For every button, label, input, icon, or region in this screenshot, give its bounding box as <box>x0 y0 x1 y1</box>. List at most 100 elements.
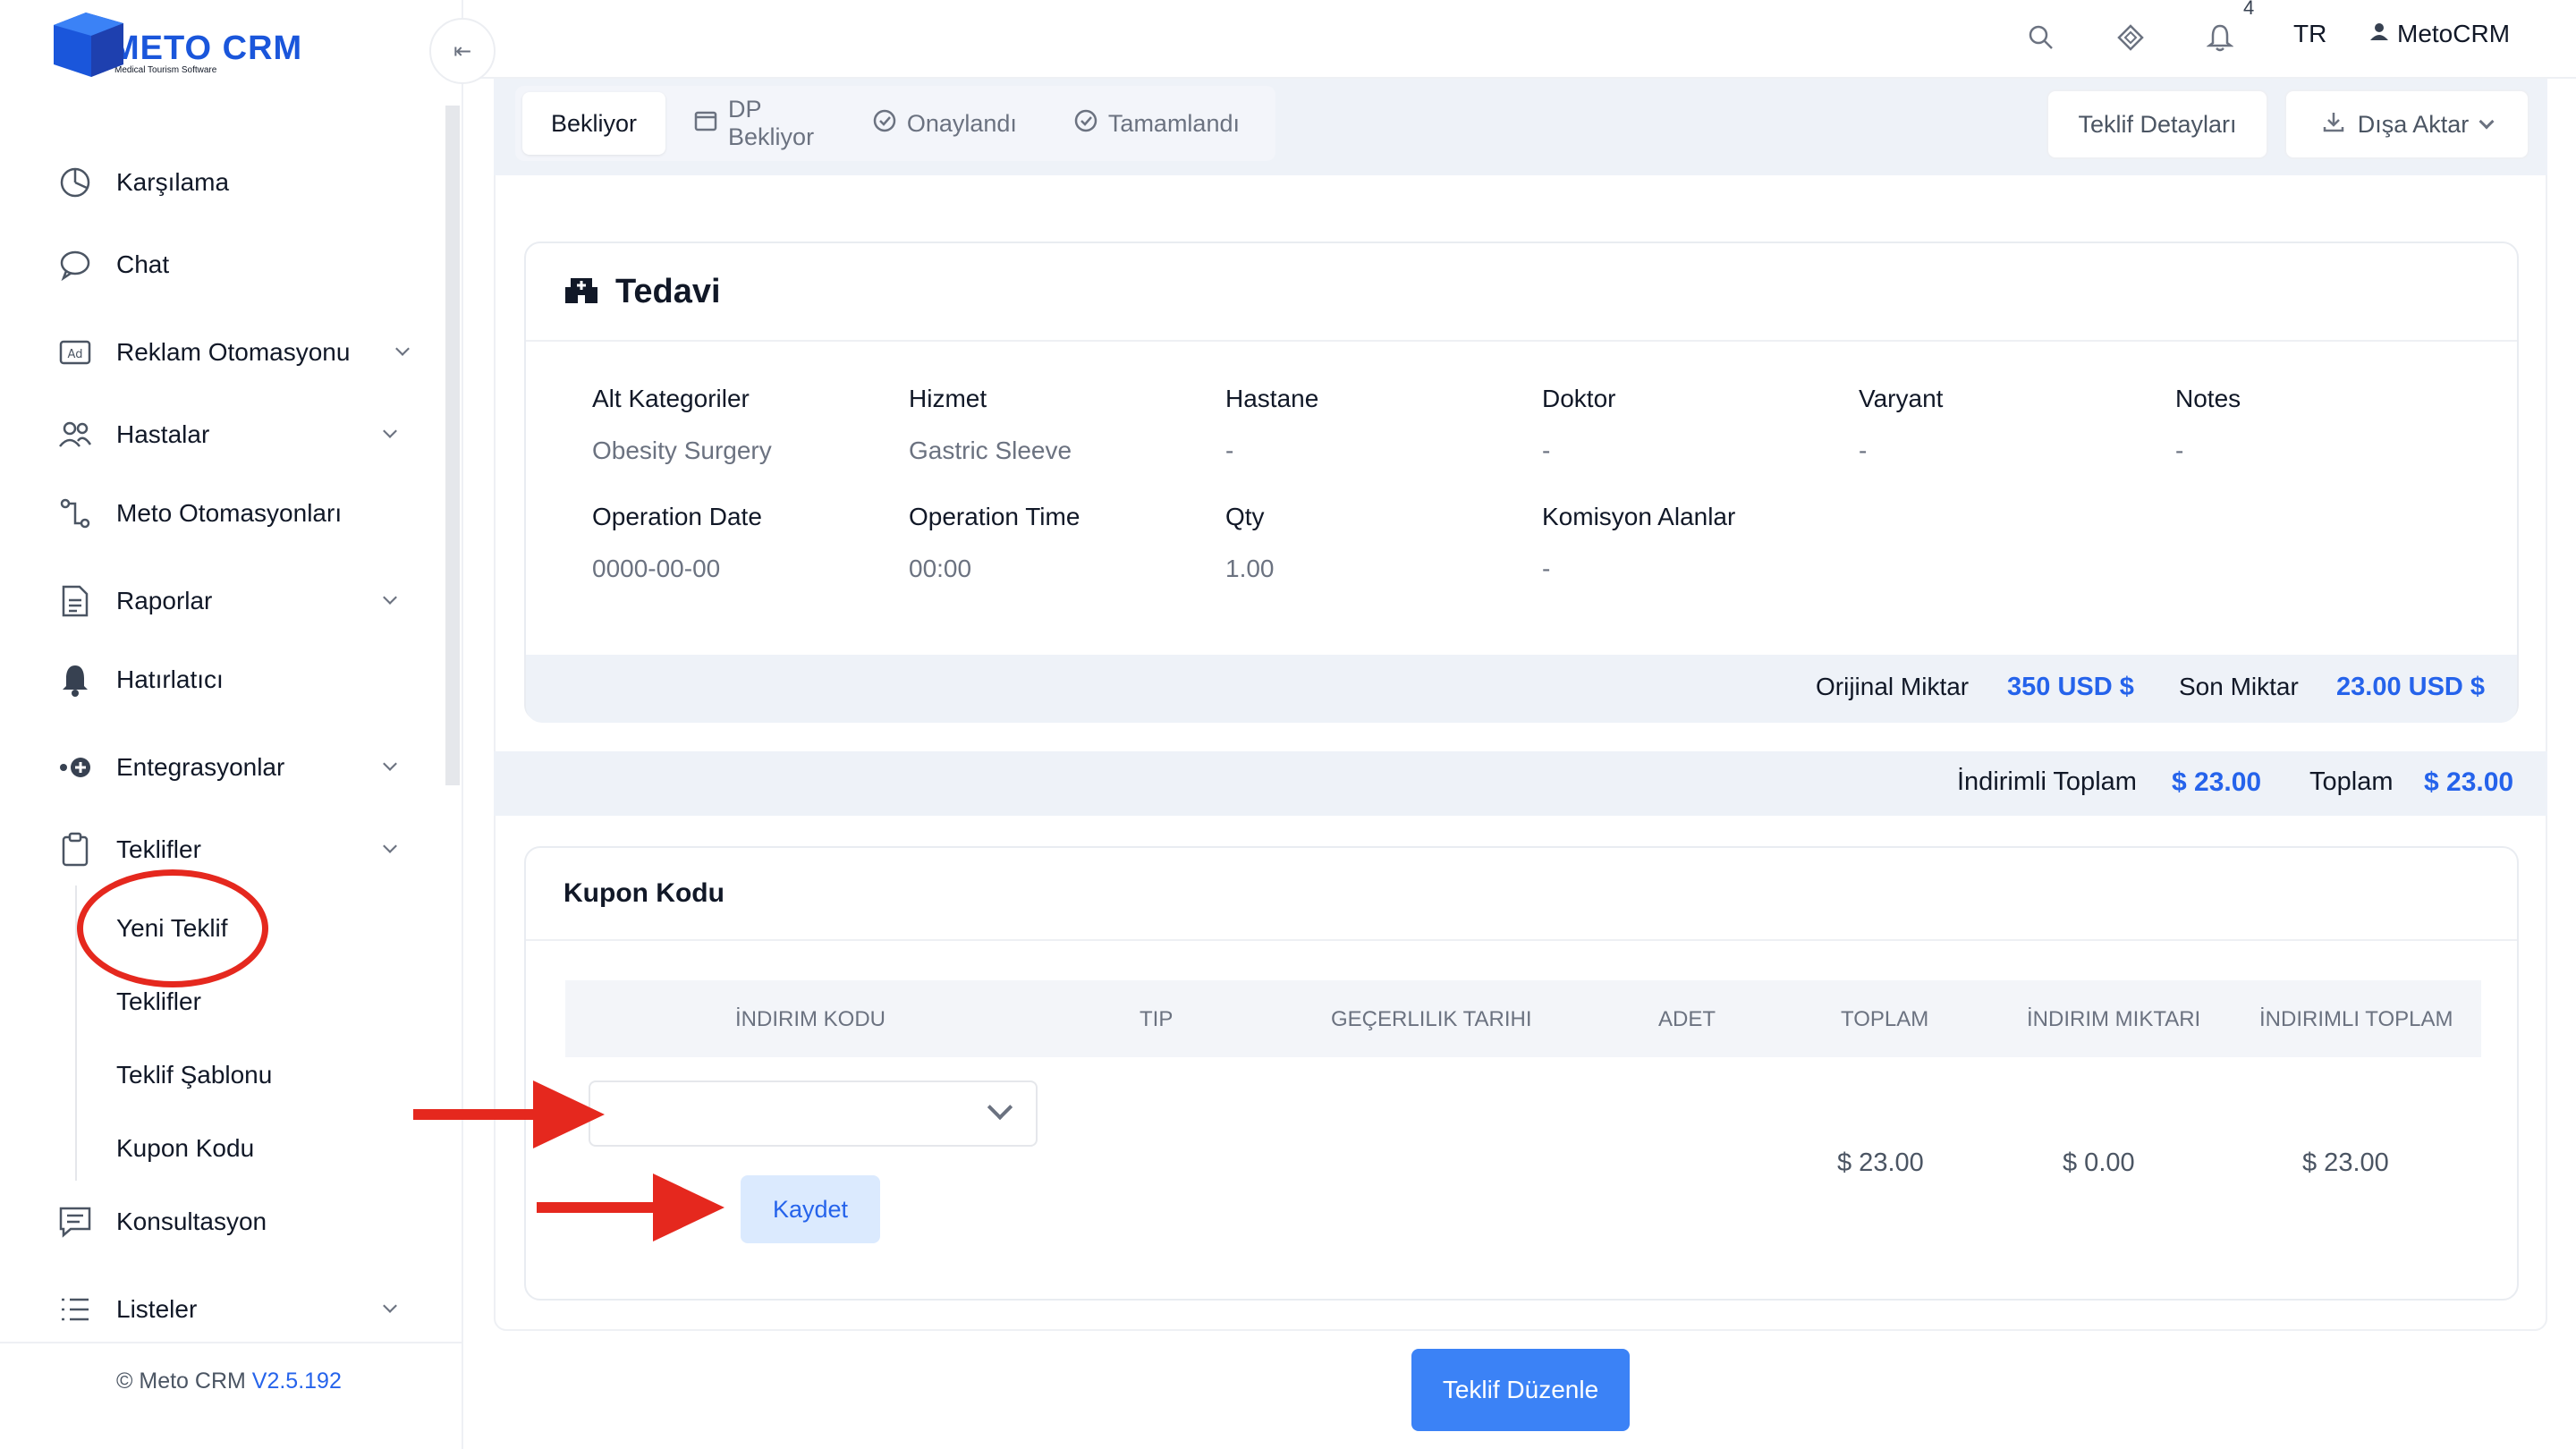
teklif-detaylari-button[interactable]: Teklif Detayları <box>2046 89 2268 159</box>
chevron-down-icon <box>383 424 397 438</box>
column-header: İNDIRIMLI TOPLAM <box>2259 1007 2453 1031</box>
message-icon <box>57 1204 93 1240</box>
sidebar-item-listeler[interactable]: Listeler <box>57 1283 397 1336</box>
column-header: ADET <box>1658 1007 1716 1031</box>
ad-icon: Ad <box>57 335 93 370</box>
sidebar-item-hastalar[interactable]: Hastalar <box>57 408 397 462</box>
sidebar-item-label: Entegrasyonlar <box>116 753 285 781</box>
sidebar-item-label: Hatırlatıcı <box>116 665 224 693</box>
chevron-down-icon <box>383 590 397 605</box>
field-label: Doktor <box>1542 385 1616 412</box>
status-tabs: Bekliyor DP Bekliyor Onaylandı Tamamland… <box>515 86 1275 161</box>
chevron-down-icon <box>383 839 397 853</box>
kupon-card-header: Kupon Kodu <box>526 848 2517 941</box>
chevron-down-icon <box>395 342 410 356</box>
topbar: 4 TR MetoCRM <box>463 0 2576 79</box>
list-icon <box>57 1292 93 1327</box>
logo-title: METO CRM <box>111 30 303 67</box>
field-value: - <box>1859 436 1868 464</box>
sidebar-scrollbar[interactable] <box>445 106 460 785</box>
tab-dp-bekliyor[interactable]: DP Bekliyor <box>665 92 844 155</box>
field-label: Operation Date <box>592 503 762 530</box>
tab-tamamlandi[interactable]: Tamamlandı <box>1046 92 1268 155</box>
sidebar-item-raporlar[interactable]: Raporlar <box>57 574 397 628</box>
tab-onaylandi[interactable]: Onaylandı <box>844 92 1046 155</box>
users-icon <box>57 417 93 453</box>
field-label: Komisyon Alanlar <box>1542 503 1736 530</box>
sidebar-item-hatirlatici[interactable]: Hatırlatıcı <box>57 653 397 707</box>
original-amount-label: Orijinal Miktar <box>1816 673 1970 700</box>
tab-bekliyor[interactable]: Bekliyor <box>522 92 666 155</box>
apps-diamond-icon[interactable] <box>2113 20 2148 55</box>
copyright: © Meto CRM V2.5.192 <box>116 1368 342 1394</box>
table-cell-toplam: $ 23.00 <box>1837 1148 1924 1177</box>
logo[interactable]: METO CRM Medical Tourism Software <box>50 9 302 79</box>
kupon-table-header: İNDIRIM KODU TIP GEÇERLILIK TARIHI ADET … <box>565 980 2481 1057</box>
totals-strip: İndirimli Toplam $ 23.00 Toplam $ 23.00 <box>494 751 2547 816</box>
version-link[interactable]: V2.5.192 <box>252 1368 342 1394</box>
sidebar-subitem-teklif-sablonu[interactable]: Teklif Şablonu <box>116 1055 272 1095</box>
sidebar-footer: © Meto CRM V2.5.192 <box>0 1342 463 1449</box>
sidebar-item-label: Meto Otomasyonları <box>116 499 343 527</box>
field-value: 1.00 <box>1225 555 1275 582</box>
language-switcher[interactable]: TR <box>2293 20 2326 48</box>
check-circle-icon <box>1074 109 1097 139</box>
annotation-arrow-icon <box>537 1174 724 1241</box>
report-icon <box>57 583 93 619</box>
dashboard-icon <box>57 165 93 200</box>
field-label: Varyant <box>1859 385 1944 412</box>
sidebar-item-konsultasyon[interactable]: Konsultasyon <box>57 1195 397 1249</box>
total-label: Toplam <box>2309 767 2394 796</box>
check-circle-icon <box>873 109 896 139</box>
chevron-down-icon <box>383 1299 397 1313</box>
field-value: - <box>1225 436 1234 464</box>
column-header: TIP <box>1140 1007 1174 1031</box>
chevron-down-icon <box>383 757 397 771</box>
sidebar-item-teklifler[interactable]: Teklifler <box>57 823 397 877</box>
field-label: Hizmet <box>909 385 987 412</box>
sidebar-item-meto-otomasyonlari[interactable]: Meto Otomasyonları <box>57 487 397 540</box>
table-cell-indirimli: $ 23.00 <box>2302 1148 2389 1177</box>
field-value: 00:00 <box>909 555 972 582</box>
tedavi-amount-footer: Orijinal Miktar 350 USD $ Son Miktar 23.… <box>526 655 2517 723</box>
teklif-duzenle-button[interactable]: Teklif Düzenle <box>1411 1349 1630 1431</box>
sidebar-item-reklam-otomasyonu[interactable]: Ad Reklam Otomasyonu <box>57 326 410 379</box>
sidebar-item-label: Raporlar <box>116 587 213 614</box>
sidebar-collapse-button[interactable]: ⇤ <box>429 18 496 84</box>
discount-code-select[interactable] <box>589 1080 1038 1147</box>
user-menu[interactable]: MetoCRM <box>2370 20 2510 48</box>
sidebar-subitem-kupon-kodu[interactable]: Kupon Kodu <box>116 1129 254 1168</box>
chevron-down-icon <box>987 1094 1013 1121</box>
field-label: Notes <box>2175 385 2241 412</box>
sidebar: METO CRM Medical Tourism Software Karşıl… <box>0 0 463 1449</box>
chevron-down-icon <box>2479 114 2495 130</box>
svg-text:Ad: Ad <box>68 348 83 361</box>
total-value: $ 23.00 <box>2424 767 2514 797</box>
collapse-arrow-icon: ⇤ <box>453 38 472 64</box>
kaydet-button[interactable]: Kaydet <box>741 1175 880 1243</box>
sidebar-item-karsilama[interactable]: Karşılama <box>57 156 397 209</box>
bell-icon <box>57 662 93 698</box>
search-icon[interactable] <box>2023 20 2059 55</box>
kupon-title: Kupon Kodu <box>564 878 724 908</box>
logo-cube-icon <box>54 13 123 77</box>
sidebar-item-chat[interactable]: Chat <box>57 238 397 292</box>
user-icon <box>2370 22 2388 46</box>
disa-aktar-button[interactable]: Dışa Aktar <box>2284 89 2529 159</box>
field-label: Alt Kategoriler <box>592 385 750 412</box>
sidebar-item-label: Karşılama <box>116 168 230 196</box>
annotation-circle <box>77 869 268 987</box>
sidebar-item-entegrasyonlar[interactable]: Entegrasyonlar <box>57 741 397 794</box>
sidebar-subitem-teklifler[interactable]: Teklifler <box>116 982 201 1021</box>
field-value: Obesity Surgery <box>592 436 772 464</box>
tedavi-card: Tedavi Alt Kategoriler Obesity Surgery H… <box>524 242 2519 723</box>
sidebar-item-label: Hastalar <box>116 420 210 448</box>
calendar-icon <box>694 110 717 138</box>
sidebar-item-label: Chat <box>116 250 170 278</box>
column-header: İNDIRIM MIKTARI <box>2027 1007 2201 1031</box>
sidebar-item-label: Reklam Otomasyonu <box>116 338 351 366</box>
notification-bell-icon[interactable] <box>2202 20 2238 55</box>
automation-icon <box>57 496 93 531</box>
user-name: MetoCRM <box>2397 20 2511 47</box>
chat-bubble-icon <box>57 247 93 283</box>
